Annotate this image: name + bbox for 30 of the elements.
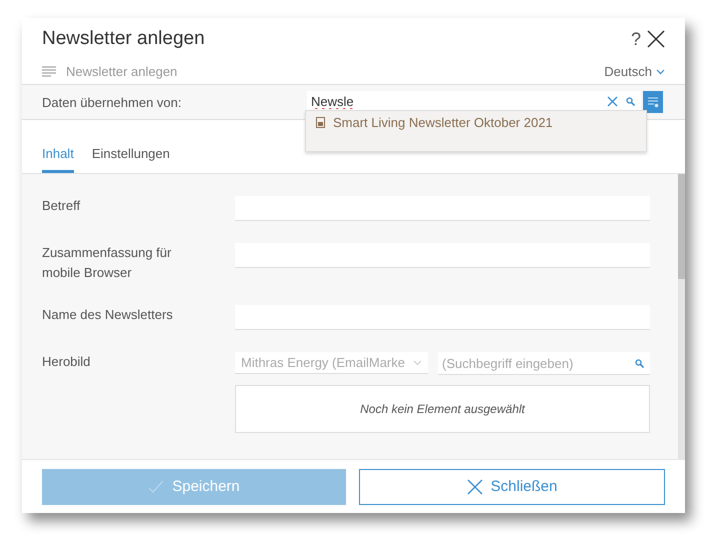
- close-icon[interactable]: [647, 30, 665, 48]
- clear-icon[interactable]: [607, 96, 618, 107]
- input-field[interactable]: [235, 196, 650, 221]
- language-dropdown[interactable]: Deutsch: [604, 64, 665, 79]
- field-label: Herobild: [42, 353, 92, 371]
- tab[interactable]: Einstellungen: [92, 146, 170, 173]
- input-field[interactable]: [235, 305, 650, 330]
- checkmark-icon: [148, 480, 164, 494]
- chevron-down-icon: [413, 360, 422, 366]
- image-search-field[interactable]: (Suchbegriff eingeben): [438, 352, 650, 375]
- close-button[interactable]: Schließen: [359, 468, 665, 504]
- import-label: Daten übernehmen von:: [42, 94, 182, 110]
- scrollbar[interactable]: [678, 174, 685, 459]
- subtitle: Newsletter anlegen: [66, 64, 178, 79]
- input-field[interactable]: [235, 243, 650, 268]
- field-label: Name des Newsletters: [42, 306, 174, 324]
- help-button[interactable]: ?: [630, 28, 641, 50]
- search-icon[interactable]: [635, 358, 644, 368]
- dialog-title: Newsletter anlegen: [42, 28, 205, 50]
- field-label: Zusammenfassung für mobile Browser: [42, 244, 172, 282]
- list-button[interactable]: [643, 91, 663, 113]
- lines-icon: [42, 66, 56, 77]
- empty-message: Noch kein Element ausgewählt: [360, 402, 525, 416]
- document-icon: [316, 117, 325, 128]
- suggestion-text: Smart Living Newsletter Oktober 2021: [333, 115, 553, 130]
- close-icon: [466, 478, 483, 494]
- list-icon: [647, 96, 659, 108]
- search-icon[interactable]: [626, 97, 635, 106]
- field-label: Betreff: [42, 197, 82, 215]
- chevron-down-icon: [656, 68, 665, 74]
